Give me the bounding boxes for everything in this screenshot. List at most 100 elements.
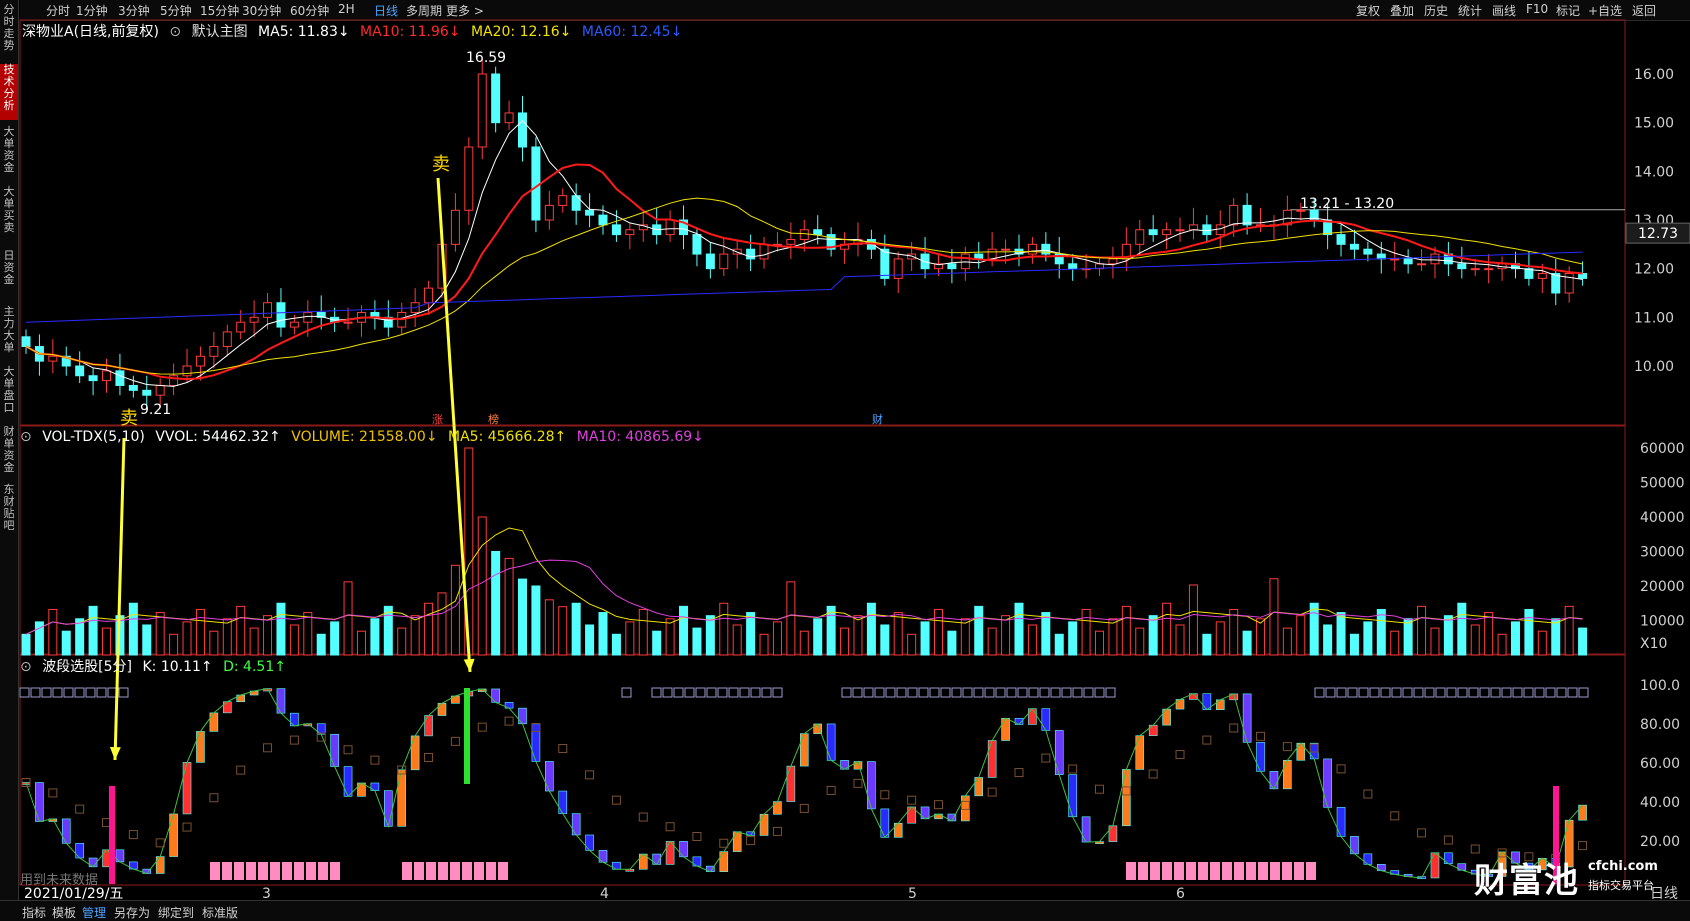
ma5-value: MA5: 11.83↓ (258, 24, 350, 40)
signal-box-2-718 (717, 687, 728, 698)
volume-bar-92 (1256, 618, 1266, 656)
volume-bar-10 (155, 612, 165, 656)
candle-body-9 (142, 389, 152, 396)
candle-body-78 (1068, 263, 1078, 270)
candle-body-114 (1551, 273, 1561, 294)
vol-indicator-name[interactable]: VOL-TDX(5,10) (42, 429, 145, 445)
kd-bar-42 (585, 834, 594, 851)
d-box-86 (1175, 750, 1185, 760)
ind-settings-icon[interactable]: ⊙ (20, 659, 32, 675)
candle-body-15 (222, 331, 232, 348)
kd-bar-12 (182, 762, 192, 815)
d-box-72 (987, 787, 997, 797)
buy-zone-box-2-1162 (1162, 862, 1172, 880)
volume-bar-45 (625, 621, 635, 656)
kd-bar-78 (1068, 774, 1077, 818)
vol-ma10-value: MA10: 40865.69↓ (576, 429, 704, 445)
buy-zone-box-2-1138 (1138, 862, 1148, 880)
logo-name: 财富池 (1474, 861, 1579, 901)
volume-bar-63 (866, 602, 876, 656)
kd-bar-43 (598, 850, 608, 863)
kd-bar-60 (826, 723, 836, 761)
bottom-tab-1[interactable]: 模板 (52, 904, 76, 921)
volume-bar-84 (1148, 615, 1158, 656)
signal-box-4-1469 (1468, 687, 1479, 698)
buy-zone-box-2-1198 (1198, 862, 1208, 880)
ind-indicator-name[interactable]: 波段选股[5分] (42, 659, 132, 675)
signal-box-3-963 (962, 687, 973, 698)
signal-box-4-1535 (1534, 687, 1545, 698)
candle-body-21 (303, 311, 313, 323)
d-box-84 (1148, 769, 1158, 779)
buy-zone-box-1-426 (426, 862, 436, 880)
buy-zone-box-0-282 (282, 862, 292, 880)
kd-bar-14 (209, 712, 219, 732)
template-name[interactable]: 默认主图 (192, 24, 248, 40)
volume-legend: ⊙ VOL-TDX(5,10) VVOL: 54462.32↑ VOLUME: … (20, 429, 710, 445)
range-label: 13.21 - 13.20 (1300, 196, 1394, 212)
candle-body-113 (1537, 273, 1547, 279)
signal-box-4-1524 (1523, 687, 1534, 698)
kd-bar-40 (558, 790, 568, 814)
price-tick-5: 11.00 (1634, 310, 1674, 326)
current-price-label: 12.73 (1638, 226, 1678, 242)
signal-box-4-1568 (1567, 687, 1578, 698)
buy-zone-box-0-210 (210, 862, 220, 880)
volume-bar-43 (598, 612, 608, 656)
d-box-46 (638, 812, 648, 822)
kd-bar-4 (75, 843, 84, 859)
stock-name[interactable]: 深物业A(日线,前复权) (22, 24, 159, 40)
volume-bar-101 (1376, 608, 1386, 656)
kd-bar-3 (61, 818, 71, 844)
vol-settings-icon[interactable]: ⊙ (20, 429, 32, 445)
kd-bar-41 (571, 813, 581, 836)
candle-body-33 (464, 146, 474, 211)
signal-box-4-1392 (1391, 687, 1402, 698)
signal-box-4-1579 (1578, 687, 1589, 698)
kd-bar-73 (1001, 717, 1010, 741)
candle-body-73 (1001, 248, 1011, 251)
stock-chart: 16.0015.0014.0013.0012.0011.0010.0012.73… (19, 19, 1690, 900)
candle-body-40 (558, 195, 568, 206)
signal-box-0-119 (118, 687, 129, 698)
buy-zone-box-1-474 (474, 862, 484, 880)
volume-bar-52 (719, 602, 729, 656)
volume-bar-70 (960, 618, 970, 656)
vol-ma5-line (25, 527, 1583, 635)
volume-bar-35 (491, 551, 501, 656)
signal-box-3-1095 (1094, 687, 1105, 698)
vol-tick-0: 60000 (1640, 441, 1685, 457)
volume-bar-51 (705, 615, 715, 656)
kd-bar-10 (155, 856, 165, 874)
month-label-2: 5 (908, 886, 917, 900)
candle-body-6 (102, 370, 112, 382)
candle-body-10 (155, 384, 165, 396)
volume-bar-107 (1457, 602, 1467, 656)
bottom-tab-4[interactable]: 绑定到 (158, 904, 194, 921)
bottom-tab-2[interactable]: 管理 (82, 904, 106, 921)
d-box-20 (289, 735, 299, 745)
volume-bar-87 (1188, 584, 1198, 656)
volume-bar-49 (679, 605, 689, 656)
month-label-3: 6 (1176, 886, 1185, 900)
bottom-tab-0[interactable]: 指标 (22, 904, 46, 921)
signal-box-3-864 (863, 687, 874, 698)
volume-bar-95 (1296, 615, 1306, 656)
month-label-1: 4 (600, 886, 609, 900)
candle-body-52 (719, 253, 729, 270)
volume-bar-53 (732, 624, 742, 656)
candle-body-16 (236, 321, 246, 333)
signal-box-3-941 (940, 687, 951, 698)
d-box-26 (370, 755, 380, 765)
signal-box-0-31 (30, 687, 41, 698)
kd-bar-79 (1081, 816, 1091, 843)
template-icon[interactable]: ⊙ (169, 24, 181, 40)
bottom-tab-3[interactable]: 另存为 (114, 904, 150, 921)
candle-body-43 (598, 214, 608, 226)
signal-box-3-1062 (1061, 687, 1072, 698)
event-marker-up: 涨 (432, 413, 443, 426)
bottom-tab-5[interactable]: 标准版 (202, 904, 238, 921)
candle-body-107 (1457, 263, 1467, 270)
kd-bar-75 (1028, 708, 1037, 725)
d-box-10 (155, 838, 165, 848)
